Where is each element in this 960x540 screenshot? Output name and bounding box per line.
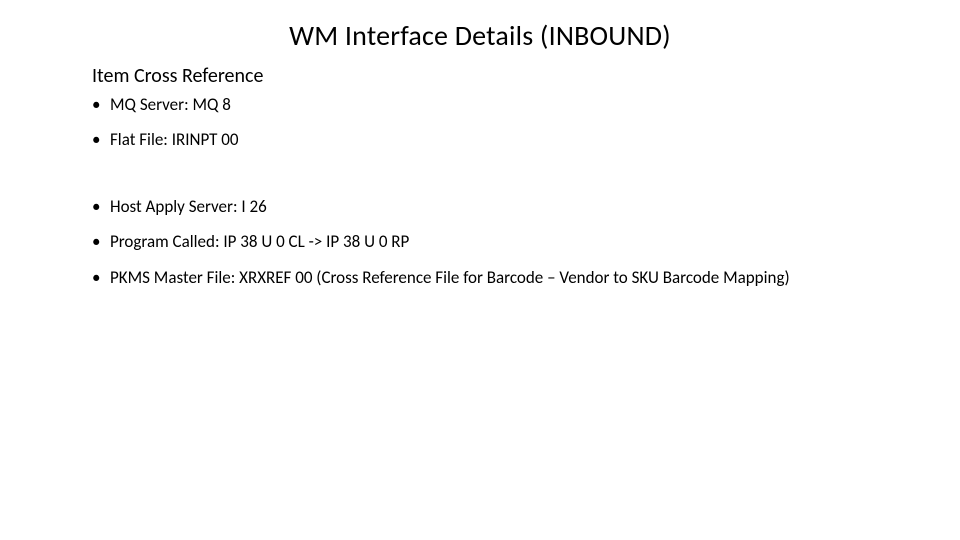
list-item: PKMS Master File: XRXREF 00 (Cross Refer… <box>92 267 880 288</box>
list-item-text: Program Called: IP 38 U 0 CL -> IP 38 U … <box>110 231 409 252</box>
list-item: Flat File: IRINPT 00 <box>92 129 880 150</box>
list-item: MQ Server: MQ 8 <box>92 94 880 115</box>
page-title: WM Interface Details (INBOUND) <box>0 18 960 53</box>
bullet-group-1: MQ Server: MQ 8 Flat File: IRINPT 00 <box>92 94 880 165</box>
slide: WM Interface Details (INBOUND) Item Cros… <box>0 0 960 540</box>
list-item-text: MQ Server: MQ 8 <box>110 94 231 115</box>
section-heading: Item Cross Reference <box>92 64 263 88</box>
list-item-text: Host Apply Server: I 26 <box>110 196 267 217</box>
list-item: Host Apply Server: I 26 <box>92 196 880 217</box>
list-item-text: PKMS Master File: XRXREF 00 (Cross Refer… <box>110 267 790 288</box>
list-item-text: Flat File: IRINPT 00 <box>110 129 239 150</box>
bullet-group-2: Host Apply Server: I 26 Program Called: … <box>92 196 880 302</box>
list-item: Program Called: IP 38 U 0 CL -> IP 38 U … <box>92 231 880 252</box>
